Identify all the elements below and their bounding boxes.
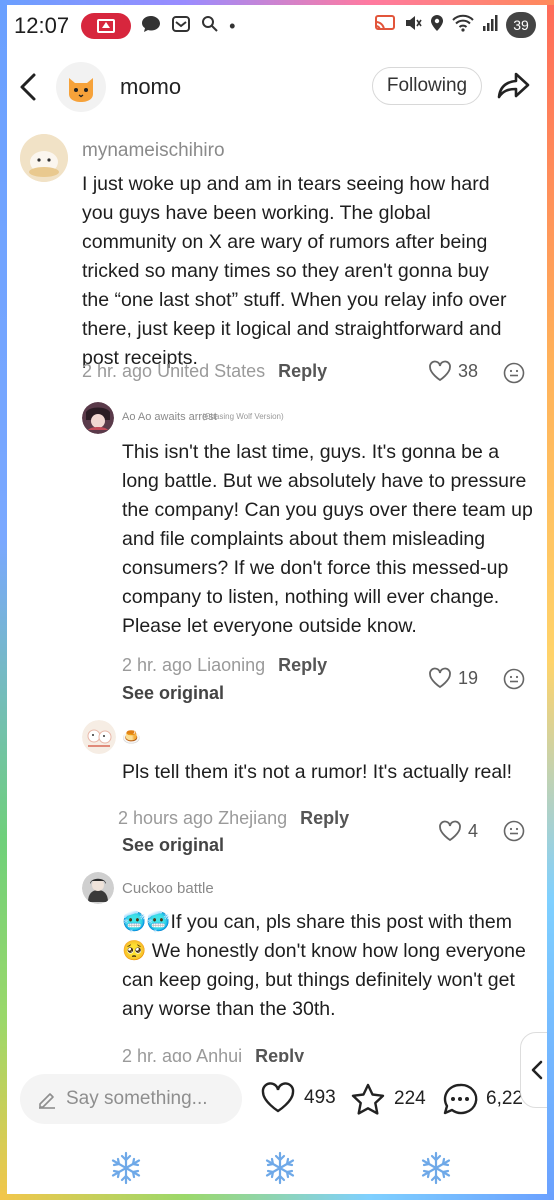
comment-text: 🥶🥶If you can, pls share this post with t… bbox=[122, 911, 526, 1020]
comment-time: 2 hr. ago bbox=[122, 655, 193, 675]
like-count: 4 bbox=[468, 820, 479, 841]
search-notification-icon bbox=[201, 15, 219, 38]
status-bar: 12:07 • 39 bbox=[0, 0, 554, 52]
comment-text: This isn't the last time, guys. It's gon… bbox=[122, 441, 533, 637]
comment-meta: 2 hours ago Zhejiang Reply bbox=[118, 808, 349, 829]
comment-input-placeholder: Say something... bbox=[66, 1088, 208, 1109]
share-arrow-icon[interactable] bbox=[496, 70, 532, 104]
comment-location: United States bbox=[157, 361, 266, 381]
avatar[interactable] bbox=[82, 720, 116, 754]
comment-action-bar: Say something... 493 224 6,22 bbox=[0, 1062, 554, 1140]
reply-button[interactable]: Reply bbox=[278, 655, 327, 675]
like-count: 19 bbox=[458, 667, 479, 688]
avatar[interactable] bbox=[82, 872, 114, 904]
screen-edge-glow-left bbox=[0, 0, 7, 1200]
comment-input[interactable]: Say something... bbox=[20, 1074, 242, 1124]
comment-time: 2 hr. ago bbox=[82, 361, 153, 381]
chevron-left-icon bbox=[531, 1060, 543, 1080]
heart-icon bbox=[261, 1082, 295, 1113]
heart-icon bbox=[429, 667, 451, 689]
heart-icon bbox=[429, 360, 451, 382]
status-right-group: 39 bbox=[374, 12, 536, 38]
comment-meta: 2 hr. ago United States Reply bbox=[82, 361, 327, 382]
comment-meta: 2 hr. ago Liaoning Reply bbox=[122, 655, 327, 676]
like-control[interactable]: 19 bbox=[428, 667, 478, 689]
post-favorite-button[interactable]: 224 bbox=[350, 1082, 426, 1116]
like-count: 38 bbox=[458, 360, 479, 381]
comment-user-tag: (Chasing Wolf Version) bbox=[202, 412, 284, 421]
screen-edge-glow-right bbox=[547, 0, 554, 1200]
cast-icon bbox=[374, 14, 396, 37]
smiley-react-icon[interactable] bbox=[503, 362, 525, 384]
comment-location: Zhejiang bbox=[218, 808, 288, 828]
signal-icon bbox=[482, 14, 498, 37]
pencil-icon bbox=[39, 1093, 55, 1109]
cat-face-icon bbox=[69, 78, 93, 102]
comment-time: 2 hours ago bbox=[118, 808, 214, 828]
heart-icon bbox=[439, 820, 461, 842]
snowflake-icon[interactable] bbox=[418, 1150, 454, 1186]
post-header: momo Following bbox=[0, 52, 554, 122]
channel-avatar[interactable] bbox=[56, 62, 106, 112]
snowflake-icon[interactable] bbox=[262, 1150, 298, 1186]
collapse-panel-tab[interactable] bbox=[520, 1032, 554, 1108]
chat-bubble-icon bbox=[443, 1083, 478, 1115]
post-like-button[interactable]: 493 bbox=[260, 1082, 336, 1114]
post-comment-count: 6,22 bbox=[486, 1088, 523, 1109]
like-control[interactable]: 4 bbox=[438, 820, 478, 842]
smiley-react-icon[interactable] bbox=[503, 668, 525, 690]
more-notifications-dot-icon: • bbox=[229, 15, 236, 36]
see-original-link[interactable]: See original bbox=[122, 835, 224, 856]
comment-username[interactable]: mynameischihiro bbox=[82, 140, 225, 162]
post-like-count: 493 bbox=[304, 1087, 336, 1108]
screen-record-icon[interactable] bbox=[81, 13, 132, 39]
like-control[interactable]: 38 bbox=[428, 360, 478, 382]
back-chevron-icon[interactable] bbox=[16, 72, 40, 102]
reply-button[interactable]: Reply bbox=[278, 361, 327, 381]
reply-button[interactable]: Reply bbox=[300, 808, 349, 828]
status-time: 12:07 bbox=[14, 13, 70, 38]
comment-text: Pls tell them it's not a rumor! It's act… bbox=[122, 761, 512, 783]
star-icon bbox=[351, 1083, 385, 1115]
mute-icon bbox=[404, 14, 422, 37]
system-nav-bar bbox=[0, 1140, 554, 1200]
location-icon bbox=[430, 14, 444, 37]
inbox-notification-icon bbox=[171, 14, 191, 39]
smiley-react-icon[interactable] bbox=[503, 820, 525, 842]
snowflake-icon[interactable] bbox=[108, 1150, 144, 1186]
avatar[interactable] bbox=[20, 134, 68, 182]
chat-notification-icon bbox=[141, 15, 161, 38]
avatar[interactable] bbox=[82, 402, 114, 434]
following-button[interactable]: Following bbox=[372, 67, 482, 105]
wifi-icon bbox=[452, 14, 474, 37]
comment-username[interactable]: Cuckoo battle bbox=[122, 880, 214, 897]
comment-username[interactable]: 🍮 bbox=[122, 728, 141, 746]
comment-location: Liaoning bbox=[197, 655, 266, 675]
post-comment-button[interactable]: 6,22 bbox=[442, 1082, 523, 1116]
see-original-link[interactable]: See original bbox=[122, 683, 224, 704]
post-favorite-count: 224 bbox=[394, 1088, 426, 1109]
channel-name[interactable]: momo bbox=[120, 74, 181, 100]
comment-text: I just woke up and am in tears seeing ho… bbox=[82, 173, 507, 369]
battery-indicator: 39 bbox=[506, 12, 536, 38]
